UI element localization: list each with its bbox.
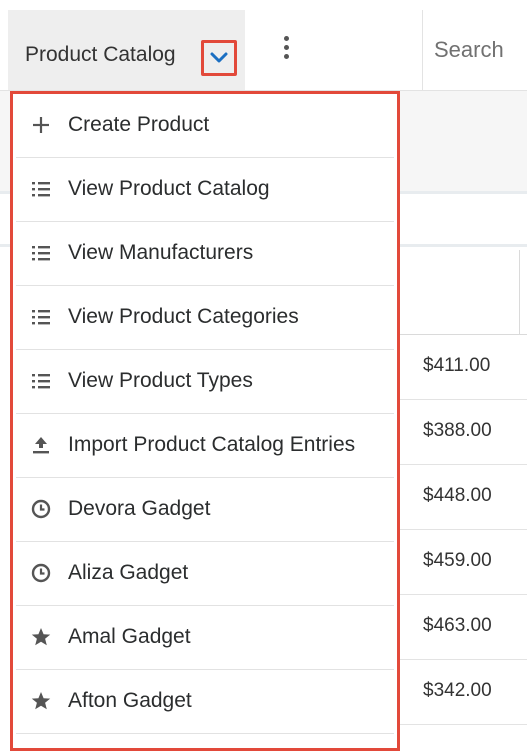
price-cell: $459.00 [423,550,492,571]
module-dropdown-menu: Create Product View Product Catalog View… [10,91,400,751]
plus-icon [33,117,49,133]
module-tab[interactable]: Product Catalog [8,10,245,90]
menu-item-import-product-catalog-entries[interactable]: Import Product Catalog Entries [16,414,394,478]
chevron-down-icon [210,52,228,63]
menu-item-label: Amal Gadget [68,625,191,648]
list-icon [32,182,50,197]
menu-item-label: Afton Gadget [68,689,192,712]
clock-icon [31,563,51,583]
price-cell: $411.00 [423,355,491,376]
favorite-item-afton-gadget[interactable]: Afton Gadget [16,670,394,734]
table-row[interactable]: $411.00 [400,335,527,400]
menu-item-label: View Product Types [68,369,253,392]
upload-icon [33,437,49,454]
menu-item-label: View Product Categories [68,305,299,328]
search-input[interactable]: Search [434,37,504,63]
list-icon [32,310,50,325]
module-header: Product Catalog Search [0,0,527,91]
table-row[interactable]: $448.00 [400,465,527,530]
table-row[interactable]: $388.00 [400,400,527,465]
menu-item-label: Aliza Gadget [68,561,189,584]
list-icon [32,246,50,261]
list-icon [32,374,50,389]
module-label[interactable]: Product Catalog [25,43,176,67]
divider [422,10,423,90]
column-divider [519,250,520,334]
price-cell: $448.00 [423,485,492,506]
table-row[interactable]: $463.00 [400,595,527,660]
menu-item-create-product[interactable]: Create Product [16,94,394,158]
menu-item-label: Import Product Catalog Entries [68,433,356,456]
star-icon [31,628,51,646]
clock-icon [31,499,51,519]
recent-item-devora-gadget[interactable]: Devora Gadget [16,478,394,542]
dot [284,54,289,59]
column-header-price[interactable] [400,250,527,335]
price-cell: $342.00 [423,680,492,701]
menu-item-label: Devora Gadget [68,497,211,520]
table-row[interactable]: $459.00 [400,530,527,595]
menu-item-view-product-categories[interactable]: View Product Categories [16,286,394,350]
menu-item-view-product-types[interactable]: View Product Types [16,350,394,414]
table-row[interactable]: $342.00 [400,660,527,725]
module-menu-toggle-button[interactable] [201,40,237,76]
recent-item-aliza-gadget[interactable]: Aliza Gadget [16,542,394,606]
price-cell: $388.00 [423,420,492,441]
menu-item-label: View Manufacturers [68,241,254,264]
price-cell: $463.00 [423,615,492,636]
dot [284,36,289,41]
star-icon [31,692,51,710]
more-actions-button[interactable] [268,28,304,68]
menu-item-label: View Product Catalog [68,177,270,200]
favorite-item-amal-gadget[interactable]: Amal Gadget [16,606,394,670]
menu-item-view-product-catalog[interactable]: View Product Catalog [16,158,394,222]
menu-item-view-manufacturers[interactable]: View Manufacturers [16,222,394,286]
menu-item-label: Create Product [68,113,210,136]
dot [284,45,289,50]
